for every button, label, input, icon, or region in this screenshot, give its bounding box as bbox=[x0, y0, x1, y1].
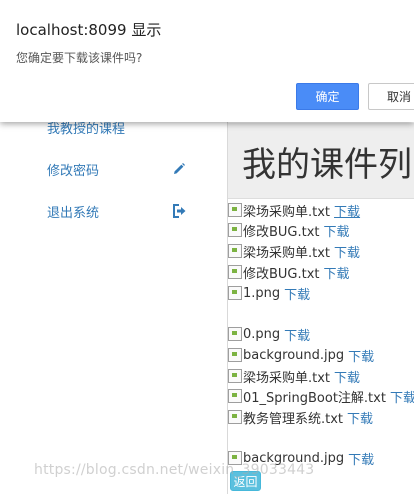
download-link[interactable]: 下载 bbox=[348, 449, 374, 468]
list-item: 1.png 下载 bbox=[228, 283, 310, 303]
list-item: 梁场采购单.txt 下载 bbox=[228, 366, 360, 386]
dialog-title: localhost:8099 显示 bbox=[16, 21, 162, 39]
list-item: 0.png 下载 bbox=[228, 324, 310, 344]
pencil-icon bbox=[171, 161, 187, 177]
download-link[interactable]: 下载 bbox=[348, 346, 374, 365]
file-name: 1.png bbox=[243, 285, 281, 301]
list-item: 梁场采购单.txt 下载 bbox=[228, 241, 360, 261]
sidebar-item-label: 退出系统 bbox=[47, 205, 100, 221]
broken-image-icon bbox=[228, 286, 242, 300]
download-link[interactable]: 下载 bbox=[324, 221, 350, 240]
broken-image-icon bbox=[228, 410, 242, 424]
file-name: background.jpg bbox=[243, 347, 345, 363]
download-link[interactable]: 下载 bbox=[334, 367, 360, 386]
download-link[interactable]: 下载 bbox=[347, 408, 373, 427]
broken-image-icon bbox=[228, 389, 242, 403]
file-name: 01_SpringBoot注解.txt bbox=[243, 390, 386, 406]
file-name: 梁场采购单.txt bbox=[243, 204, 331, 220]
list-item: background.jpg 下载 bbox=[228, 345, 374, 365]
download-link[interactable]: 下载 bbox=[284, 284, 310, 303]
sidebar-item-logout[interactable]: 退出系统 bbox=[47, 199, 187, 223]
broken-image-icon bbox=[228, 223, 242, 237]
ok-button[interactable]: 确定 bbox=[296, 83, 359, 110]
logout-icon bbox=[171, 203, 187, 219]
list-item: 修改BUG.txt 下载 bbox=[228, 262, 350, 282]
watermark: https://blog.csdn.net/weixin_39033443 bbox=[34, 462, 315, 478]
download-link[interactable]: 下载 bbox=[284, 325, 310, 344]
download-link[interactable]: 下载 bbox=[334, 201, 360, 220]
file-name: 修改BUG.txt bbox=[243, 224, 320, 240]
sidebar-item-label: 修改密码 bbox=[47, 163, 100, 179]
download-link[interactable]: 下载 bbox=[334, 242, 360, 261]
confirm-dialog: localhost:8099 显示 您确定要下载该课件吗? 确定 取消 bbox=[0, 0, 414, 122]
download-link[interactable]: 下载 bbox=[324, 263, 350, 282]
broken-image-icon bbox=[228, 203, 242, 217]
list-item: 01_SpringBoot注解.txt 下载 bbox=[228, 386, 414, 406]
page-title: 我的课件列 bbox=[242, 145, 412, 185]
list-item: 教务管理系统.txt 下载 bbox=[228, 407, 373, 427]
dialog-message: 您确定要下载该课件吗? bbox=[16, 51, 143, 65]
file-name: 教务管理系统.txt bbox=[243, 411, 344, 427]
file-name: 梁场采购单.txt bbox=[243, 370, 331, 386]
list-item: 梁场采购单.txt 下载 bbox=[228, 200, 360, 220]
broken-image-icon bbox=[228, 265, 242, 279]
broken-image-icon bbox=[228, 348, 242, 362]
broken-image-icon bbox=[228, 369, 242, 383]
file-name: 修改BUG.txt bbox=[243, 266, 320, 282]
sidebar-item-change-password[interactable]: 修改密码 bbox=[47, 157, 187, 181]
cancel-button[interactable]: 取消 bbox=[368, 83, 414, 110]
broken-image-icon bbox=[228, 327, 242, 341]
broken-image-icon bbox=[228, 244, 242, 258]
file-name: 梁场采购单.txt bbox=[243, 245, 331, 261]
download-link[interactable]: 下载 bbox=[390, 387, 414, 406]
list-item: 修改BUG.txt 下载 bbox=[228, 220, 350, 240]
file-name: 0.png bbox=[243, 326, 281, 342]
